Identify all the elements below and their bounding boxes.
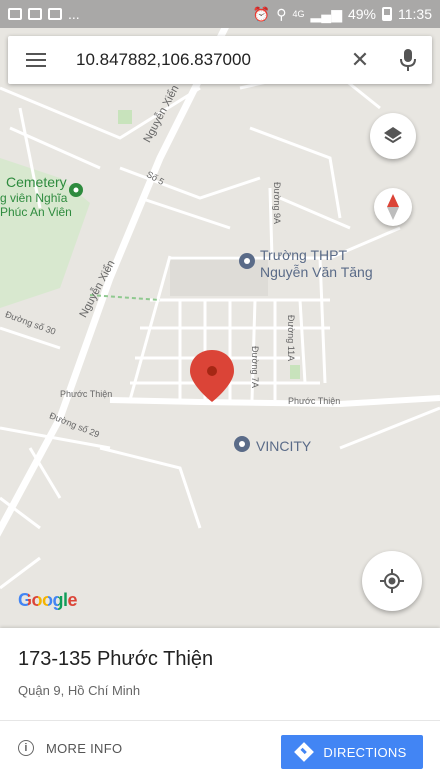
status-bar: ... ⏰ ⚲ 4G ▂▄▆ 49% 11:35 <box>0 0 440 28</box>
google-logo: Google <box>18 590 78 611</box>
menu-button[interactable] <box>8 36 64 84</box>
microphone-icon <box>400 49 416 71</box>
compass-icon <box>387 194 399 220</box>
clear-search-button[interactable]: ✕ <box>336 36 384 84</box>
close-icon: ✕ <box>350 47 370 72</box>
location-status-icon: ⚲ <box>276 5 287 22</box>
more-info-label: MORE INFO <box>46 740 123 756</box>
more-notifications: ... <box>68 6 80 22</box>
location-pin[interactable] <box>190 350 234 402</box>
place-subtitle: Quận 9, Hồ Chí Minh <box>18 683 141 698</box>
google-logo-text: Google <box>18 590 78 610</box>
cemetery-label-line3: Phúc An Viên <box>0 205 72 219</box>
school-label-line2[interactable]: Nguyễn Văn Tăng <box>260 264 373 280</box>
alarm-icon: ⏰ <box>252 5 271 22</box>
photo-notification-icon <box>8 8 22 20</box>
directions-label: DIRECTIONS <box>323 744 407 760</box>
layers-icon <box>384 127 402 144</box>
image-notification-icon <box>48 8 62 20</box>
road-label-phuoc-thien-2: Phước Thiện <box>288 396 341 406</box>
school-poi-icon[interactable] <box>239 253 255 269</box>
map-view[interactable]: Cemetery g viên Nghĩa Phúc An Viên Trườn… <box>0 28 440 628</box>
network-type: 4G <box>292 9 305 19</box>
mail-notification-icon <box>28 8 42 20</box>
voice-search-button[interactable] <box>384 36 432 84</box>
battery-percent: 49% <box>347 6 376 22</box>
cemetery-label[interactable]: Cemetery <box>6 174 67 190</box>
directions-button[interactable]: DIRECTIONS <box>281 735 423 769</box>
notification-icons: ... <box>8 6 80 22</box>
more-info-button[interactable]: i MORE INFO <box>18 740 122 756</box>
info-icon: i <box>18 740 34 756</box>
cemetery-label-line2: g viên Nghĩa <box>0 191 68 205</box>
crosshair-icon <box>380 569 404 593</box>
search-input[interactable]: 10.847882,106.837000 <box>64 50 336 70</box>
signal-icon: ▂▄▆ <box>310 5 342 22</box>
vincity-poi-icon[interactable] <box>234 436 250 452</box>
school-label-line1[interactable]: Trường THPT <box>260 247 347 263</box>
place-title: 173-135 Phước Thiện <box>18 648 214 670</box>
sheet-divider <box>0 720 440 721</box>
road-label-phuoc-thien-1: Phước Thiện <box>60 389 113 399</box>
clock: 11:35 <box>398 6 432 22</box>
compass-button[interactable] <box>374 188 412 226</box>
vincity-label[interactable]: VINCITY <box>256 438 311 454</box>
road-label-duong11a: Đường 11A <box>286 314 297 362</box>
hamburger-icon <box>26 53 46 67</box>
my-location-button[interactable] <box>362 551 422 611</box>
road-label-duong9a: Đường 9A <box>271 182 282 224</box>
battery-icon <box>382 7 392 21</box>
search-bar: 10.847882,106.837000 ✕ <box>8 36 432 84</box>
map-roads <box>0 28 440 590</box>
directions-icon <box>294 742 315 762</box>
place-sheet[interactable]: 173-135 Phước Thiện Quận 9, Hồ Chí Minh … <box>0 628 440 782</box>
cemetery-poi-icon[interactable] <box>69 183 83 197</box>
road-label-duong7a: Đường 7A <box>249 346 260 388</box>
map-layers-button[interactable] <box>370 113 416 159</box>
